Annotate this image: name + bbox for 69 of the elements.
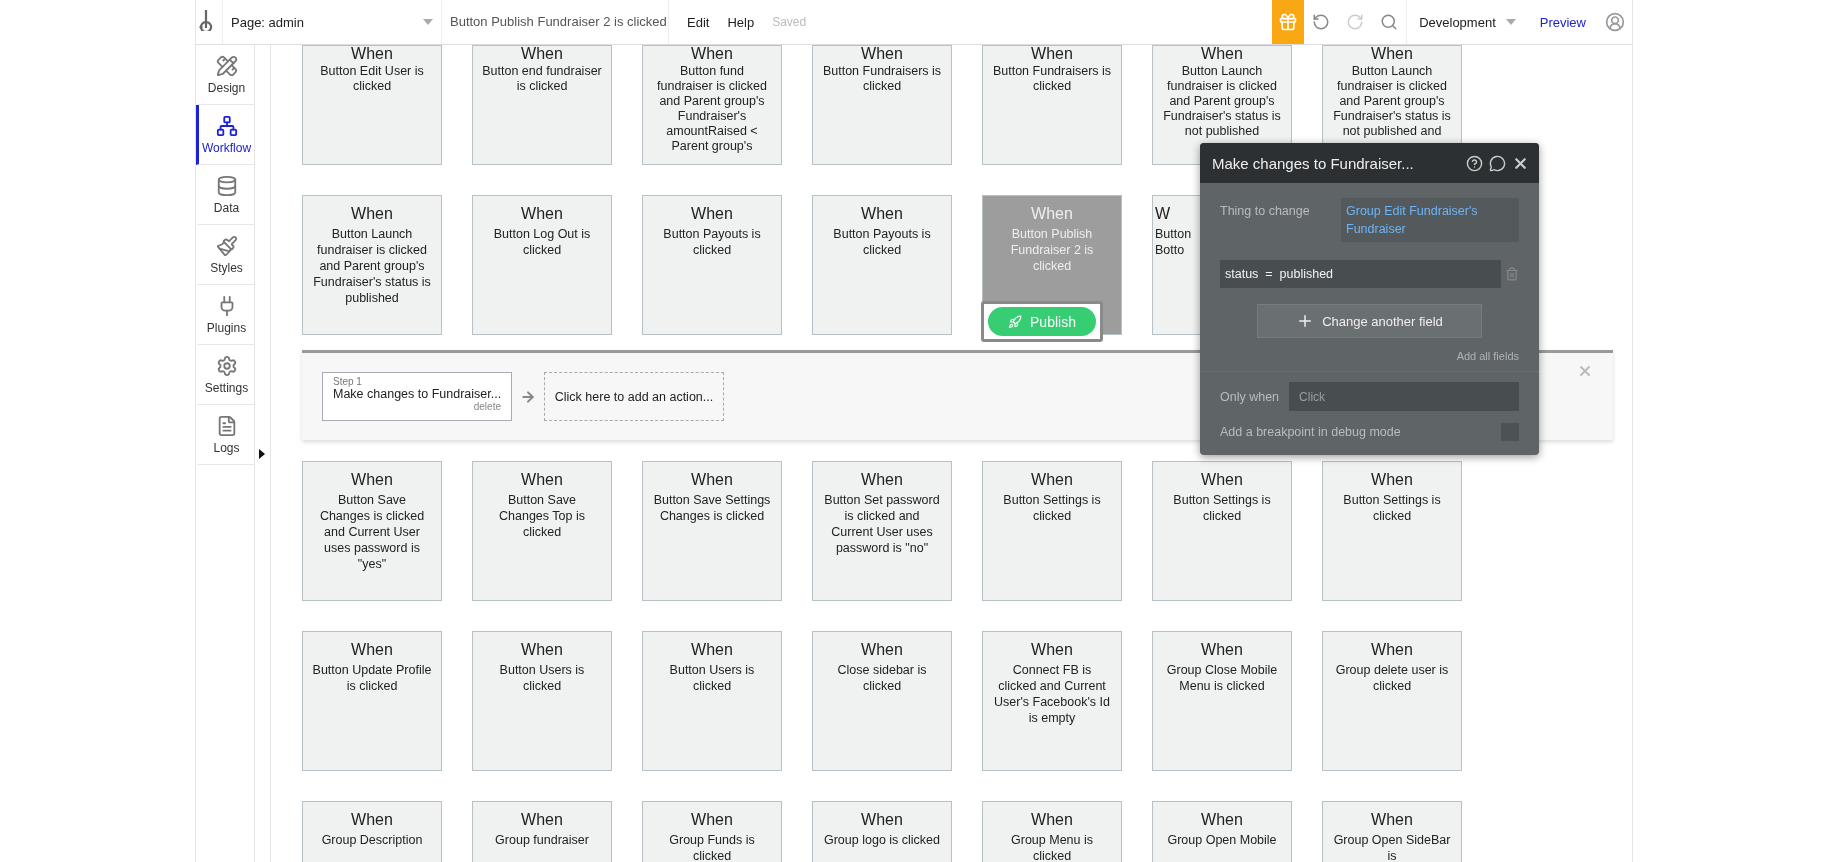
sidebar-tab[interactable]: Settings <box>196 345 254 405</box>
workflow-tab-icon <box>215 114 238 137</box>
event-card[interactable]: When Button Payouts is clicked <box>812 195 952 335</box>
step-number: Step 1 <box>333 376 363 387</box>
caret-icon <box>1505 19 1516 25</box>
sidebar-tab[interactable]: Styles <box>196 225 254 285</box>
event-card[interactable]: When Group delete user is clicked <box>1322 631 1462 771</box>
event-card[interactable]: When Close sidebar is clicked <box>812 631 952 771</box>
step-title: Make changes to Fundraiser... <box>333 387 501 401</box>
event-card[interactable]: When Button Users is clicked <box>472 631 612 771</box>
event-card[interactable]: When Group Funds is clicked <box>642 801 782 862</box>
event-card[interactable]: When Button end fundraiser is clicked <box>472 45 612 165</box>
event-card[interactable]: When Button Settings is clicked <box>1152 461 1292 601</box>
help-icon[interactable] <box>1466 154 1483 172</box>
condition-input[interactable]: Click <box>1289 382 1519 411</box>
event-card[interactable]: When Button Edit User is clicked <box>302 45 442 165</box>
event-card[interactable]: When Button Update Profile is clicked <box>302 631 442 771</box>
event-card[interactable]: When Button fund fundraiser is clicked and Parent group's Fundraiser's amountRaised < Parent group's <box>642 45 782 165</box>
page-dropdown[interactable]: Page: admin <box>222 0 442 44</box>
event-card[interactable]: When Connect FB is clicked and Current User's Facebook's Id is empty <box>982 631 1122 771</box>
save-status: Saved <box>772 15 807 29</box>
settings-tab-icon <box>215 354 238 377</box>
event-card[interactable]: When Button Settings is clicked <box>982 461 1122 601</box>
gift-button[interactable] <box>1272 0 1305 44</box>
sidebar-tab[interactable]: Plugins <box>196 285 254 345</box>
event-card[interactable]: When Group Open Mobile <box>1152 801 1292 862</box>
sidebar-tab[interactable]: Data <box>196 165 254 225</box>
gift-icon <box>1278 12 1299 32</box>
menu-item[interactable]: Edit <box>687 14 710 30</box>
field-assignment[interactable]: status = published <box>1220 260 1501 288</box>
event-card[interactable]: When Group Menu is clicked <box>982 801 1122 862</box>
event-card[interactable]: When Button Save Changes Top is clicked <box>472 461 612 601</box>
field-label: Only when <box>1220 389 1280 404</box>
event-card[interactable]: When Group Open SideBar is <box>1322 801 1462 862</box>
rocket-icon <box>1008 314 1023 329</box>
comment-icon[interactable] <box>1489 154 1506 172</box>
event-card[interactable]: When Button Users is clicked <box>642 631 782 771</box>
change-field-button[interactable]: Change another field <box>1257 304 1482 338</box>
action-step[interactable]: Step 1 Make changes to Fundraiser... delete <box>322 372 512 421</box>
delete-link[interactable]: delete <box>473 401 501 412</box>
event-card[interactable]: When Group Close Mobile Menu is clicked <box>1152 631 1292 771</box>
caret-icon <box>423 19 433 25</box>
styles-tab-icon <box>215 234 238 257</box>
preview-link[interactable]: Preview <box>1527 14 1598 30</box>
event-card[interactable]: When Group logo is clicked <box>812 801 952 862</box>
menu-item[interactable]: Help <box>727 14 755 30</box>
data-tab-icon <box>215 174 238 197</box>
field-label: Thing to change <box>1220 203 1310 218</box>
event-card[interactable]: When Button Settings is clicked <box>1322 461 1462 601</box>
field-label: Add a breakpoint in debug mode <box>1220 425 1401 439</box>
event-card[interactable]: When Button Set password is clicked and Current User uses password is "no" <box>812 461 952 601</box>
workflow-title: Button Publish Fundraiser 2 is clicked <box>442 0 669 44</box>
add-action-box[interactable]: Click here to add an action... <box>544 372 724 421</box>
event-card[interactable]: When Button Launch fundraiser is clicked and Parent group's Fundraiser's status is published <box>302 195 442 335</box>
sidebar-tab[interactable]: Logs <box>196 405 254 465</box>
event-card[interactable]: When Button Fundraisers is clicked <box>982 45 1122 165</box>
expand-caret-icon[interactable] <box>259 449 265 459</box>
event-card[interactable]: When Button Log Out is clicked <box>472 195 612 335</box>
event-card[interactable]: When Button Fundraisers is clicked <box>812 45 952 165</box>
sidebar-tab[interactable]: Design <box>196 45 254 105</box>
event-card[interactable]: When Group Description <box>302 801 442 862</box>
trash-icon[interactable] <box>1505 267 1519 281</box>
environment-dropdown[interactable]: Development <box>1406 0 1528 44</box>
design-tab-icon <box>215 54 238 77</box>
event-card[interactable]: When Button Payouts is clicked <box>642 195 782 335</box>
event-card[interactable]: When Button Save Changes is clicked and Current User uses password is "yes" <box>302 461 442 601</box>
sidebar-tab[interactable]: Workflow <box>196 105 254 165</box>
event-card[interactable]: When Button Save Settings Changes is clicked <box>642 461 782 601</box>
event-card[interactable]: When Group fundraiser <box>472 801 612 862</box>
